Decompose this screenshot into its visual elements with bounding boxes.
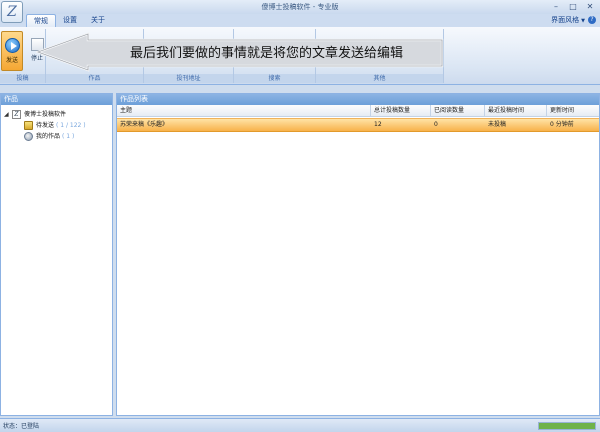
app-logo-icon[interactable]: Z: [1, 1, 23, 23]
callout-text: 最后我们要做的事情就是将您的文章发送给编辑: [129, 46, 403, 61]
progress-bar: [538, 422, 596, 430]
ribbon-tabs: 常规 设置 关于: [26, 14, 112, 27]
outbox-icon: [24, 121, 33, 130]
window-controls: – □ ✕: [548, 0, 598, 12]
group-label-works: 作品: [46, 74, 143, 83]
group-label-addresses: 投刊地址: [144, 74, 233, 83]
help-icon[interactable]: ?: [588, 16, 596, 24]
works-tree-panel: 作品 ◢ Z 傻博士投稿软件 待发送 ( 1 / 122 ) 我的作品 ( 1 …: [0, 93, 113, 416]
window-title: 傻博士投稿软件 - 专业版: [261, 3, 339, 11]
column-subject[interactable]: 主题: [117, 105, 371, 117]
theme-menu-label: 界面风格: [551, 16, 580, 24]
column-read-count[interactable]: 已阅读数量: [431, 105, 485, 117]
send-button-label: 发送: [5, 57, 18, 64]
tab-general[interactable]: 常规: [26, 14, 56, 27]
column-last-submitted[interactable]: 最近投稿时间: [485, 105, 547, 117]
column-updated[interactable]: 更新时间: [547, 105, 600, 117]
collapse-triangle-icon[interactable]: ◢: [4, 109, 12, 120]
minimize-button[interactable]: –: [548, 0, 564, 12]
tree-item-outbox[interactable]: 待发送 ( 1 / 122 ): [4, 120, 112, 131]
works-list-title: 作品列表: [117, 94, 599, 105]
group-label-search: 搜索: [234, 74, 315, 83]
column-total-submissions[interactable]: 总计投稿数量: [371, 105, 431, 117]
theme-menu[interactable]: 界面风格 ▼?: [551, 14, 596, 27]
chevron-down-icon: ▼: [581, 18, 585, 24]
tree-item-label: 待发送: [36, 122, 55, 129]
cell-total: 12: [374, 121, 382, 128]
table-row[interactable]: 苏荣来稿《乐趣》 12 0 未投稿 0 分钟前: [117, 118, 599, 132]
cell-subject: 苏荣来稿《乐趣》: [120, 121, 169, 128]
tree-item-count: ( 1 ): [62, 133, 75, 140]
works-icon: [24, 132, 33, 141]
table-header: 主题 总计投稿数量 已阅读数量 最近投稿时间 更新时间: [117, 105, 599, 117]
tutorial-callout: 最后我们要做的事情就是将您的文章发送给编辑: [36, 32, 446, 72]
tab-settings[interactable]: 设置: [56, 14, 84, 27]
ribbon-tabs-row: 常规 设置 关于 界面风格 ▼?: [0, 14, 600, 27]
works-list-panel: 作品列表 主题 总计投稿数量 已阅读数量 最近投稿时间 更新时间 苏荣来稿《乐趣…: [116, 93, 600, 416]
tree-item-count: ( 1 / 122 ): [56, 122, 86, 129]
group-label-other: 其他: [316, 74, 443, 83]
maximize-button[interactable]: □: [565, 0, 581, 12]
works-tree: ◢ Z 傻博士投稿软件 待发送 ( 1 / 122 ) 我的作品 ( 1 ): [1, 105, 112, 142]
cell-updated: 0 分钟前: [550, 121, 574, 128]
tree-item-my-works[interactable]: 我的作品 ( 1 ): [4, 131, 112, 142]
cell-recent: 未投稿: [488, 121, 507, 128]
close-button[interactable]: ✕: [582, 0, 598, 12]
tab-about[interactable]: 关于: [84, 14, 112, 27]
tree-item-label: 我的作品: [36, 133, 61, 140]
send-icon: [4, 38, 20, 53]
status-text: 状态：已登陆: [3, 423, 40, 430]
title-bar: 傻博士投稿软件 - 专业版 – □ ✕: [0, 0, 600, 14]
tree-root-label: 傻博士投稿软件: [24, 111, 67, 118]
cell-read: 0: [434, 121, 438, 128]
status-bar: 状态：已登陆: [0, 418, 600, 432]
send-button[interactable]: 发送: [1, 31, 23, 71]
app-logo-icon: Z: [12, 110, 21, 119]
progress-fill: [539, 423, 595, 429]
tree-root[interactable]: ◢ Z 傻博士投稿软件: [4, 109, 112, 120]
group-label-submit: 投稿: [0, 74, 45, 83]
works-panel-title: 作品: [1, 94, 112, 105]
